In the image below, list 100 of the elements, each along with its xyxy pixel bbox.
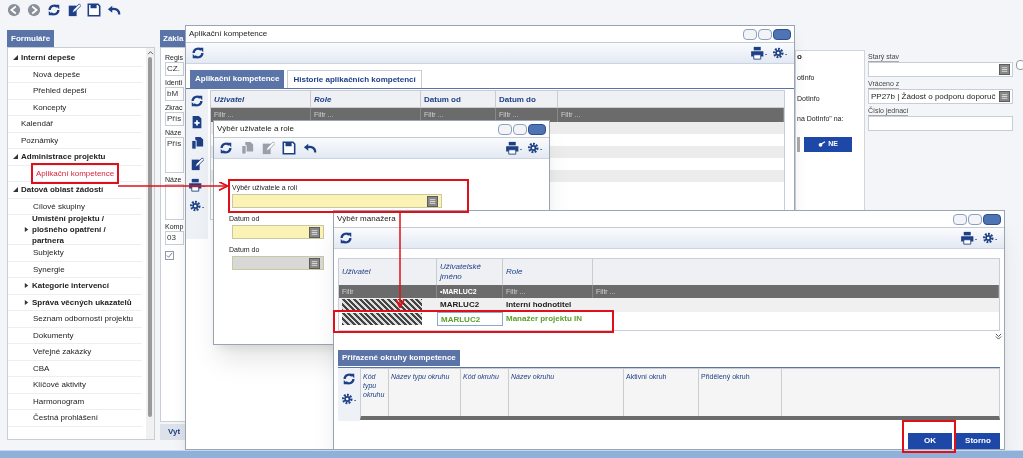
print-icon[interactable] (750, 46, 768, 60)
sidebar-item[interactable]: Datová oblast žádostí (21, 184, 104, 196)
settings-icon[interactable] (526, 141, 544, 155)
collapsed-arrow-icon[interactable] (24, 227, 29, 232)
link-icon (818, 141, 827, 147)
save-icon[interactable] (282, 141, 296, 155)
picker-field[interactable] (232, 194, 442, 208)
edit-icon[interactable] (190, 157, 204, 171)
expanded-arrow-icon[interactable] (13, 55, 18, 61)
form-field[interactable] (165, 184, 184, 220)
maximize-button[interactable] (513, 123, 527, 135)
minimize-button[interactable] (953, 213, 967, 225)
calendar-icon[interactable] (309, 257, 320, 269)
sidebar-item[interactable]: Umístění projektu / plošného opatření / partnera (32, 213, 132, 246)
sidebar-item[interactable]: Interní depeše (21, 52, 76, 64)
sidebar-item[interactable]: Správa věcných ukazatelů (32, 296, 132, 308)
print-icon[interactable] (505, 141, 523, 155)
date-field[interactable] (232, 256, 324, 270)
form-field[interactable]: 03 (165, 231, 184, 245)
expanded-arrow-icon[interactable] (13, 187, 18, 193)
column-header[interactable]: Role (311, 91, 421, 107)
sidebar-item[interactable]: Kategorie intervencí (32, 280, 109, 292)
collapsed-arrow-icon[interactable] (24, 299, 29, 305)
tab[interactable]: Historie aplikačních kompetencí (287, 70, 422, 88)
sidebar-item[interactable]: Subjekty (33, 247, 64, 259)
edit-icon[interactable] (67, 3, 81, 17)
undo-icon[interactable] (107, 3, 121, 17)
column-header[interactable]: Uživatel (211, 91, 311, 107)
window-title: Výběr uživatele a role (217, 123, 294, 135)
back-icon[interactable] (7, 3, 21, 17)
sidebar-item[interactable]: Cílové skupiny (33, 200, 86, 212)
cancel-button[interactable]: Storno (956, 433, 1000, 449)
scrollbar[interactable] (146, 48, 154, 439)
copy-icon[interactable] (190, 136, 204, 150)
scroll-up-icon[interactable] (146, 50, 154, 55)
sidebar-item[interactable]: Přehled depeší (33, 85, 87, 97)
form-field[interactable]: PP27b | Žádost o podporu doporuč (868, 89, 1013, 104)
refresh-icon[interactable] (47, 3, 61, 17)
date-field[interactable] (232, 225, 324, 239)
calendar-icon[interactable] (999, 64, 1010, 75)
form-field[interactable] (868, 116, 1013, 131)
refresh-icon[interactable] (219, 141, 233, 155)
maximize-button[interactable] (758, 28, 772, 40)
forward-icon[interactable] (27, 3, 41, 17)
checkbox[interactable] (1016, 60, 1023, 70)
settings-icon[interactable] (981, 231, 999, 245)
sidebar-item[interactable]: Koncepty (33, 101, 67, 113)
settings-icon[interactable] (340, 392, 358, 406)
form-field[interactable] (868, 62, 1013, 77)
settings-icon[interactable] (188, 199, 206, 213)
expand-icon[interactable] (995, 333, 1002, 340)
ok-button[interactable]: OK (908, 433, 952, 449)
sidebar-item[interactable]: Seznam odborností projektu (33, 313, 134, 325)
refresh-icon[interactable] (191, 46, 205, 60)
settings-icon[interactable] (771, 46, 789, 60)
close-button[interactable] (773, 28, 791, 40)
sidebar-item[interactable]: Nová depeše (33, 68, 81, 80)
sidebar-item[interactable]: Čestná prohlášení (33, 412, 98, 424)
collapsed-arrow-icon[interactable] (24, 283, 29, 289)
section-tab[interactable]: Přiřazené okruhy kompetence (338, 350, 460, 366)
sidebar-item[interactable]: Harmonogram (33, 395, 85, 407)
expanded-arrow-icon[interactable] (13, 154, 18, 160)
print-icon[interactable] (960, 231, 978, 245)
form-field[interactable]: bM (165, 87, 184, 101)
minimize-button[interactable] (743, 28, 757, 40)
calendar-icon[interactable] (309, 226, 320, 238)
calendar-icon[interactable] (999, 91, 1010, 102)
sidebar-item[interactable]: Klíčové aktivity (33, 379, 86, 391)
close-button[interactable] (983, 213, 1001, 225)
undo-icon[interactable] (303, 141, 317, 155)
column-header[interactable]: Datum do (496, 91, 558, 107)
sidebar-item[interactable]: Kalendář (21, 118, 54, 130)
column-header[interactable]: Datum od (421, 91, 496, 107)
close-button[interactable] (528, 123, 546, 135)
table-cell-text: Manažer projektu IN (505, 313, 583, 325)
form-field[interactable]: CZ. (165, 62, 184, 76)
table-cell-text: Interní hodnotitel (505, 299, 573, 311)
sidebar-tab[interactable]: Formuláře (7, 30, 55, 47)
save-icon[interactable] (87, 3, 101, 17)
sidebar-item[interactable]: Poznámky (21, 134, 59, 146)
sidebar-item[interactable]: Administrace projektu (21, 151, 106, 163)
minimize-button[interactable] (498, 123, 512, 135)
tab[interactable]: Aplikační kompetence (190, 70, 285, 88)
new-document-icon[interactable] (190, 115, 204, 129)
table-row[interactable]: MARLUC2 Interní hodnotitel (339, 298, 999, 312)
sidebar-item[interactable]: Synergie (33, 263, 65, 275)
maximize-button[interactable] (968, 213, 982, 225)
highlight-frame (902, 420, 956, 453)
form-field[interactable]: Přís (165, 112, 184, 126)
sidebar-item[interactable]: Veřejné zakázky (33, 346, 92, 358)
sidebar-item[interactable]: Dokumenty (33, 329, 74, 341)
sidebar-item[interactable]: Aplikační kompetence (33, 164, 118, 182)
calendar-icon[interactable] (427, 195, 438, 207)
refresh-icon[interactable] (190, 94, 204, 108)
refresh-icon[interactable] (342, 372, 356, 386)
form-field[interactable]: Přís (165, 137, 184, 173)
table-cell: MARLUC2 (437, 312, 503, 326)
sidebar-item[interactable]: CBA (33, 362, 50, 374)
refresh-icon[interactable] (339, 231, 353, 245)
checkbox[interactable] (165, 251, 174, 260)
